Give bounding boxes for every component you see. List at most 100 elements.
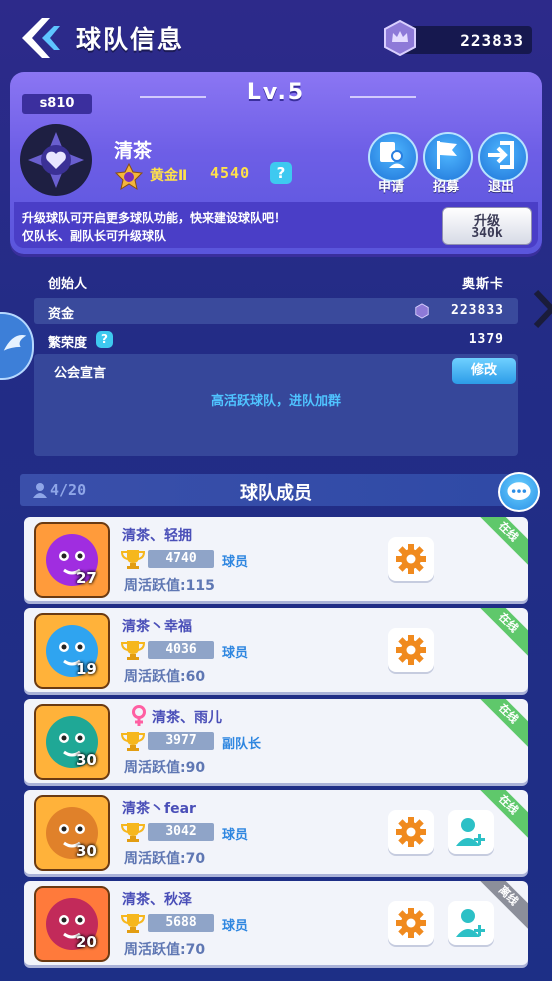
chat-button[interactable] <box>498 472 540 512</box>
gear-icon <box>396 908 426 938</box>
member-settings-button[interactable] <box>388 537 434 581</box>
upgrade-button[interactable]: 升级 340k <box>442 207 532 245</box>
member-settings-button[interactable] <box>388 810 434 854</box>
member-score: 5688 <box>148 914 214 932</box>
member-level: 19 <box>76 660 97 678</box>
trophy-icon <box>120 732 146 751</box>
member-role: 球员 <box>222 828 249 843</box>
member-weekly-activity: 周活跃值:70 <box>124 851 206 867</box>
notice-line-2: 仅队长、副队长可升级球队 <box>22 229 167 243</box>
member-name: 清茶丶幸福 <box>122 619 192 635</box>
team-emblem-icon[interactable] <box>20 124 92 196</box>
member-level: 27 <box>76 569 97 587</box>
member-weekly-activity: 周活跃值:70 <box>124 942 206 958</box>
flag-icon <box>437 141 457 169</box>
member-role: 球员 <box>222 555 249 570</box>
member-score: 3977 <box>148 732 214 750</box>
page-title: 球队信息 <box>76 25 185 54</box>
member-score: 4036 <box>148 641 214 659</box>
declaration-panel: 公会宣言 修改 高活跃球队，进队加群 <box>34 354 518 456</box>
team-card: Lv.5 s810 清茶 黄金Ⅱ 4540 ? 申请 招募 退出 升级球队可开启… <box>10 72 542 254</box>
member-level: 30 <box>76 751 97 769</box>
member-avatar-icon[interactable] <box>34 613 110 689</box>
upgrade-cost: 340k <box>471 226 503 241</box>
member-name: 清茶丶fear <box>122 801 196 817</box>
member-level: 30 <box>76 842 97 860</box>
crown-gem-icon <box>415 303 429 319</box>
member-status-badge: 在线 <box>471 517 528 569</box>
gear-icon <box>396 544 426 574</box>
add-friend-button[interactable] <box>448 810 494 854</box>
currency-value: 223833 <box>460 31 524 50</box>
member-settings-button[interactable] <box>388 901 434 945</box>
member-status-badge: 在线 <box>471 699 528 751</box>
member-avatar-icon[interactable] <box>34 522 110 598</box>
member-score: 4740 <box>148 550 214 568</box>
prosperity-help-button[interactable]: ? <box>96 331 113 348</box>
funds-row: 资金 223833 <box>34 298 518 324</box>
member-card[interactable]: 30 清茶、雨儿 3977 副队长 周活跃值:90 在线 <box>24 699 528 783</box>
founder-row: 创始人 奥斯卡 <box>34 268 518 294</box>
member-status-badge: 在线 <box>471 608 528 660</box>
member-role: 球员 <box>222 646 249 661</box>
rank-medal-icon <box>114 162 144 191</box>
rank-help-button[interactable]: ? <box>270 162 292 184</box>
notice-line-1: 升级球队可开启更多球队功能，快来建设球队吧！ <box>22 211 287 225</box>
apply-button[interactable] <box>368 132 418 182</box>
member-avatar-icon[interactable] <box>34 795 110 871</box>
declaration-label: 公会宣言 <box>54 366 107 381</box>
prosperity-row: 繁荣度 ? 1379 <box>34 327 518 353</box>
member-card[interactable]: 20 清茶、秋泽 5688 球员 周活跃值:70 离线 <box>24 881 528 965</box>
apply-icon <box>380 142 405 168</box>
members-title: 球队成员 <box>240 483 312 504</box>
declaration-text: 高活跃球队，进队加群 <box>210 394 341 409</box>
exit-label: 退出 <box>487 180 514 195</box>
trophy-icon <box>120 914 146 933</box>
upgrade-notice: 升级球队可开启更多球队功能，快来建设球队吧！ 仅队长、副队长可升级球队 升级 3… <box>14 202 538 248</box>
rank-tier: 黄金Ⅱ <box>150 168 188 184</box>
member-weekly-activity: 周活跃值:90 <box>124 760 206 776</box>
founder-value: 奥斯卡 <box>461 277 504 292</box>
recruit-label: 招募 <box>432 180 459 195</box>
members-header: 4/20 球队成员 <box>20 474 532 506</box>
member-avatar-icon[interactable] <box>34 704 110 780</box>
crown-gem-icon <box>384 20 416 56</box>
top-bar: 球队信息 223833 <box>0 0 552 72</box>
member-score: 3042 <box>148 823 214 841</box>
edit-declaration-button[interactable]: 修改 <box>452 358 516 384</box>
back-arrow-icon[interactable] <box>16 16 64 60</box>
member-name: 清茶、秋泽 <box>122 892 192 908</box>
member-avatar-icon[interactable] <box>34 886 110 962</box>
add-friend-icon <box>456 909 485 937</box>
rank-points: 4540 <box>210 164 251 182</box>
chat-icon <box>507 482 531 500</box>
member-card[interactable]: 30 清茶丶fear 3042 球员 周活跃值:70 在线 <box>24 790 528 874</box>
trophy-icon <box>120 641 146 660</box>
add-friend-icon <box>456 818 485 846</box>
female-icon <box>132 705 146 726</box>
funds-value: 223833 <box>451 303 504 318</box>
member-card[interactable]: 19 清茶丶幸福 4036 球员 周活跃值:60 在线 <box>24 608 528 692</box>
apply-label: 申请 <box>377 180 404 195</box>
exit-button[interactable] <box>478 132 528 182</box>
prosperity-label: 繁荣度 <box>48 336 88 351</box>
gear-icon <box>396 817 426 847</box>
recruit-button[interactable] <box>423 132 473 182</box>
member-role: 副队长 <box>222 737 262 752</box>
member-name: 清茶、雨儿 <box>152 710 222 726</box>
member-weekly-activity: 周活跃值:115 <box>124 578 215 594</box>
trophy-icon <box>120 550 146 569</box>
wing-icon <box>3 335 27 351</box>
add-friend-button[interactable] <box>448 901 494 945</box>
side-tab-left[interactable] <box>0 312 34 380</box>
gear-icon <box>396 635 426 665</box>
close-x-icon[interactable] <box>530 284 552 334</box>
server-id-badge: s810 <box>22 94 92 114</box>
prosperity-value: 1379 <box>468 332 504 347</box>
funds-label: 资金 <box>48 307 75 322</box>
member-role: 球员 <box>222 919 249 934</box>
member-card[interactable]: 27 清茶、轻拥 4740 球员 周活跃值:115 在线 <box>24 517 528 601</box>
trophy-icon <box>120 823 146 842</box>
member-settings-button[interactable] <box>388 628 434 672</box>
exit-icon <box>488 141 514 169</box>
